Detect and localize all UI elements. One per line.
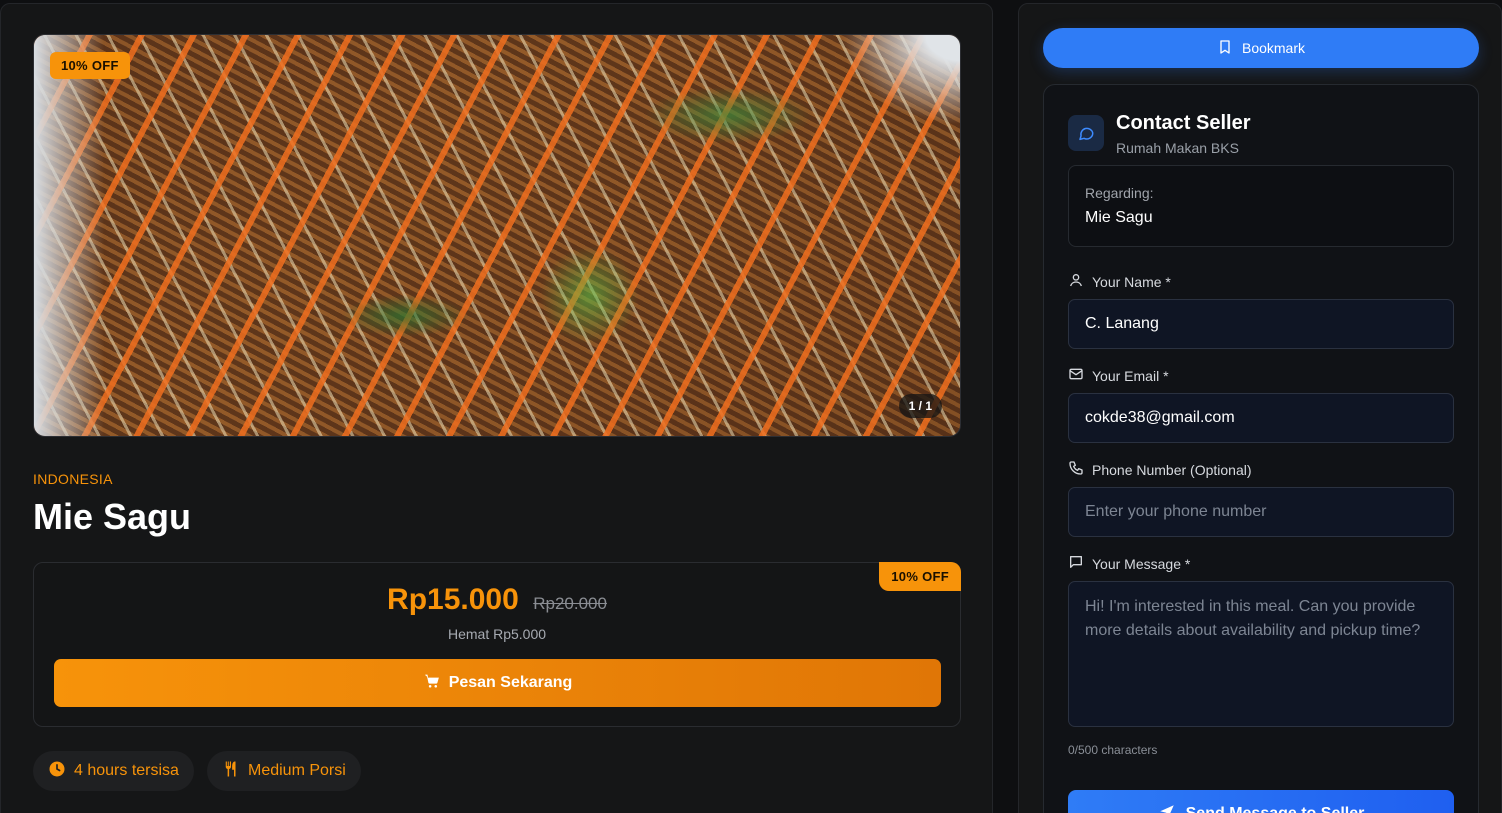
cuisine-origin: INDONESIA [33, 471, 113, 487]
phone-input[interactable] [1068, 487, 1454, 537]
phone-field-label: Phone Number (Optional) [1068, 460, 1252, 479]
contact-seller-title: Contact Seller [1116, 112, 1251, 134]
email-input[interactable] [1068, 393, 1454, 443]
discount-badge: 10% OFF [50, 52, 130, 79]
name-label-text: Your Name * [1092, 273, 1171, 290]
plate-edge-left [34, 35, 104, 436]
item-title: Mie Sagu [33, 496, 192, 537]
name-input[interactable] [1068, 299, 1454, 349]
order-now-button[interactable]: Pesan Sekarang [54, 659, 941, 707]
message-icon [1068, 554, 1084, 573]
bookmark-label: Bookmark [1241, 40, 1306, 56]
cart-icon [423, 672, 441, 695]
utensils-icon [222, 760, 240, 783]
email-label-text: Your Email * [1092, 367, 1169, 384]
seller-name: Rumah Makan BKS [1116, 140, 1239, 156]
user-icon [1068, 272, 1084, 291]
chat-bubble-icon [1068, 115, 1104, 151]
portion-text: Medium Porsi [248, 762, 346, 779]
phone-label-text: Phone Number (Optional) [1092, 461, 1252, 478]
price-card: 10% OFF Rp15.000 Rp20.000 Hemat Rp5.000 … [33, 562, 961, 727]
message-textarea[interactable] [1068, 581, 1454, 727]
regarding-box: Regarding: Mie Sagu [1068, 165, 1454, 247]
original-price: Rp20.000 [533, 594, 607, 613]
message-field-label: Your Message * [1068, 554, 1190, 573]
order-now-label: Pesan Sekarang [448, 674, 573, 691]
bookmark-icon [1217, 38, 1233, 59]
savings-text: Hemat Rp5.000 [447, 626, 547, 642]
bookmark-button[interactable]: Bookmark [1043, 28, 1479, 68]
send-message-label: Send Message to Seller [1186, 805, 1365, 813]
email-field-label: Your Email * [1068, 366, 1169, 385]
time-left-chip: 4 hours tersisa [33, 751, 194, 791]
message-label-text: Your Message * [1092, 555, 1191, 572]
image-counter: 1 / 1 [898, 394, 942, 418]
send-message-button[interactable]: Send Message to Seller [1068, 790, 1454, 813]
phone-icon [1068, 460, 1084, 479]
price-row: Rp15.000 Rp20.000 [34, 583, 960, 617]
food-image[interactable]: 10% OFF 1 / 1 [33, 34, 961, 437]
clock-icon [48, 760, 66, 783]
current-price: Rp15.000 [387, 583, 519, 616]
regarding-value: Mie Sagu [1085, 209, 1153, 226]
portion-chip: Medium Porsi [207, 751, 361, 791]
time-left-text: 4 hours tersisa [74, 762, 179, 779]
mail-icon [1068, 366, 1084, 385]
name-field-label: Your Name * [1068, 272, 1171, 291]
send-icon [1158, 803, 1176, 813]
plate-edge-right [840, 35, 960, 125]
character-count: 0/500 characters [1068, 743, 1158, 757]
regarding-label: Regarding: [1085, 185, 1154, 201]
